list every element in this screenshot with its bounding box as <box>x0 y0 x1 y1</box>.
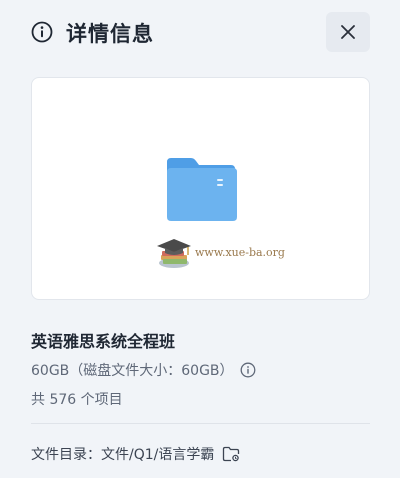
folder-link-icon[interactable] <box>222 446 240 462</box>
path-link[interactable]: 文件/Q1/语言学霸 <box>101 444 214 464</box>
graduation-cap-books-icon <box>157 239 191 268</box>
close-icon <box>341 25 355 39</box>
panel-header: 详情信息 <box>0 0 400 66</box>
size-text: 60GB（磁盘文件大小：60GB） <box>31 363 234 379</box>
folder-icon <box>167 158 237 221</box>
file-preview: www.xue-ba.org <box>31 77 370 300</box>
info-circle-icon <box>31 21 53 43</box>
watermark-text: www.xue-ba.org <box>195 246 285 259</box>
path-row: 文件目录： 文件/Q1/语言学霸 <box>31 444 240 464</box>
divider <box>31 423 370 424</box>
item-name: 英语雅思系统全程班 <box>31 332 176 351</box>
path-label: 文件目录： <box>31 447 101 463</box>
info-circle-icon[interactable] <box>240 362 256 378</box>
close-button[interactable] <box>326 12 370 52</box>
size-row: 60GB（磁盘文件大小：60GB） <box>31 360 256 380</box>
panel-title: 详情信息 <box>66 22 154 46</box>
item-count: 共 576 个项目 <box>31 392 123 408</box>
